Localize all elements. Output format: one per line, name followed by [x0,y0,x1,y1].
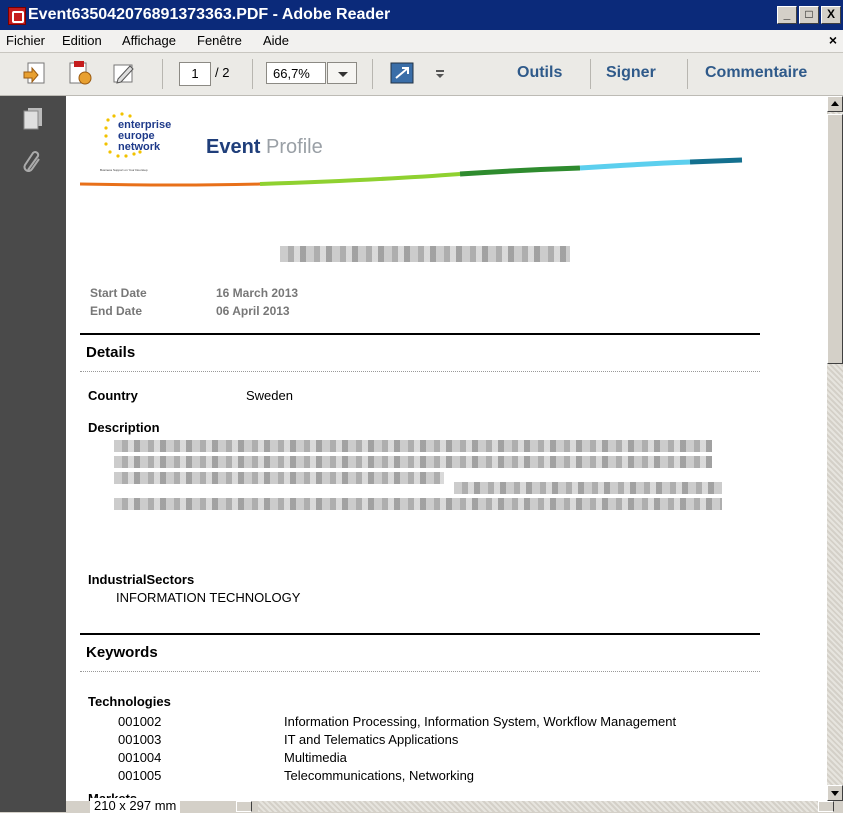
logo-text: enterprise europe network [118,119,172,153]
section-divider [80,371,760,372]
export-icon[interactable] [66,60,94,86]
redacted-description-line [114,440,712,452]
toolbar-separator [162,59,163,89]
sign-pen-icon[interactable] [110,60,138,86]
page-number-input[interactable]: 1 [179,62,211,86]
toolbar-separator [590,59,591,89]
industrial-sectors-label: IndustrialSectors [88,572,195,587]
sign-link[interactable]: Signer [606,64,656,82]
zoom-input[interactable]: 66,7% [266,62,326,84]
toolbar: 1 / 2 66,7% Outils Signer Commentaire [0,53,843,96]
country-label: Country [88,388,138,403]
attachments-icon[interactable] [22,150,44,174]
redacted-description-line [114,498,722,510]
technology-code: 001005 [118,768,162,783]
comment-link[interactable]: Commentaire [705,64,807,82]
scroll-thumb[interactable] [827,114,843,364]
redacted-event-title [280,246,570,262]
redacted-description-line [114,472,444,484]
document-close-icon[interactable]: × [829,32,837,48]
toolbar-separator [252,59,253,89]
industrial-sectors-value: INFORMATION TECHNOLOGY [116,590,301,605]
menu-fenetre[interactable]: Fenêtre [197,33,242,48]
more-icon[interactable] [432,60,448,86]
technologies-label: Technologies [88,694,171,709]
scroll-down-button[interactable] [827,785,843,801]
close-button[interactable]: X [821,6,841,24]
technology-code: 001002 [118,714,162,729]
window-title: Event635042076891373363.PDF - Adobe Read… [28,6,391,23]
start-date-label: Start Date [90,286,147,300]
arrow-down-icon [831,791,839,796]
redacted-description-line [454,482,722,494]
tools-link[interactable]: Outils [517,64,562,82]
toolbar-separator [372,59,373,89]
redacted-description-line [114,456,712,468]
description-label: Description [88,420,160,435]
menu-edition[interactable]: Edition [62,33,102,48]
menu-affichage[interactable]: Affichage [122,33,176,48]
technology-name: Multimedia [284,750,347,765]
horizontal-scrollbar[interactable] [258,801,818,812]
adobe-reader-icon [8,7,26,25]
section-rule [80,333,760,335]
technology-name: Telecommunications, Networking [284,768,475,783]
document-page[interactable]: enterprise europe network Business Suppo… [66,96,827,801]
page-count: / 2 [215,65,230,80]
menu-aide[interactable]: Aide [263,33,289,48]
menu-bar: Fichier Edition Affichage Fenêtre Aide × [0,30,843,53]
window-title-bar[interactable]: Event635042076891373363.PDF - Adobe Read… [0,0,843,30]
navigation-panel [0,96,66,812]
fit-page-icon[interactable] [388,60,416,86]
pages-icon[interactable] [22,106,44,130]
window-controls: _ □ X [777,6,841,24]
status-bar: 210 x 297 mm [66,798,843,813]
scroll-left-button[interactable] [236,801,252,812]
section-rule [80,633,760,635]
zoom-dropdown-button[interactable] [327,62,357,84]
scroll-up-button[interactable] [827,96,843,112]
country-value: Sweden [246,388,293,403]
technology-code: 001004 [118,750,162,765]
menu-fichier[interactable]: Fichier [6,33,45,48]
toolbar-separator [687,59,688,89]
minimize-button[interactable]: _ [777,6,797,24]
section-divider [80,671,760,672]
create-pdf-icon[interactable] [22,60,50,86]
arrow-up-icon [831,101,839,106]
vertical-scrollbar[interactable] [827,96,843,801]
end-date-value: 06 April 2013 [216,304,290,318]
details-heading: Details [86,344,136,361]
technology-name: IT and Telematics Applications [284,732,459,747]
page-size: 210 x 297 mm [90,798,181,813]
technology-name: Information Processing, Information Syst… [284,714,677,729]
maximize-button[interactable]: □ [799,6,819,24]
end-date-label: End Date [90,304,143,318]
technology-code: 001003 [118,732,162,747]
keywords-heading: Keywords [86,644,158,661]
scroll-right-button[interactable] [818,801,834,812]
start-date-value: 16 March 2013 [216,286,299,300]
header-swoosh [80,157,743,187]
